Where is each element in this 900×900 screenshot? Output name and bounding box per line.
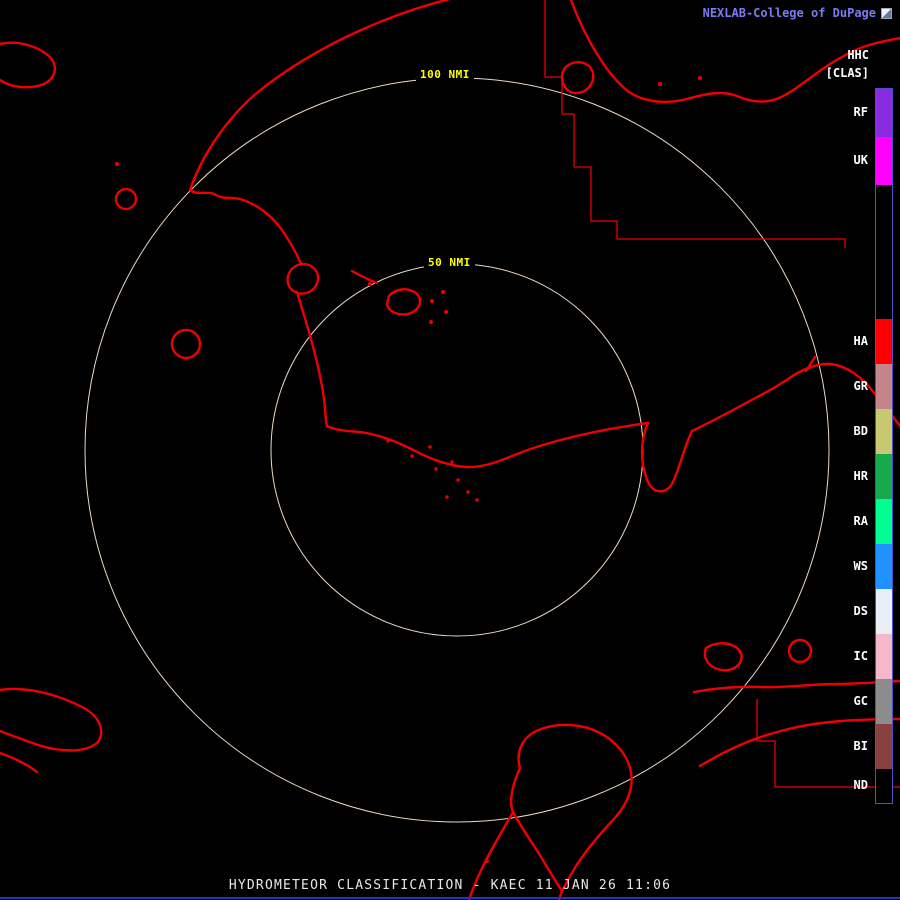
status-bar: HYDROMETEOR CLASSIFICATION - KAEC 11 JAN…	[228, 878, 672, 893]
bottom-divider-line	[0, 897, 900, 899]
range-label-100nmi: 100 NMI	[416, 67, 474, 82]
coastline-outlines	[0, 0, 900, 900]
mode-label: [CLAS]	[825, 66, 869, 80]
radar-display: 100 NMI 50 NMI NEXLAB-College of DuPage …	[0, 0, 900, 900]
broken-image-icon	[881, 7, 892, 19]
legend-label-bi: BI	[853, 738, 868, 753]
legend-swatch-gc	[876, 679, 892, 724]
range-ring-50nmi	[270, 263, 644, 637]
legend-swatch-gap	[876, 185, 892, 319]
legend-swatch-uk	[876, 137, 892, 185]
legend-label-ra: RA	[853, 513, 868, 528]
color-legend: RF UK HA GR BD HR RA WS DS IC GC BI ND	[832, 88, 893, 804]
product-code-label: HHC	[847, 48, 869, 62]
brand-text: NEXLAB-College of DuPage	[702, 6, 876, 20]
legend-colorbar	[875, 88, 893, 804]
range-label-50nmi: 50 NMI	[424, 255, 475, 270]
legend-label-hr: HR	[853, 468, 868, 483]
legend-swatch-ws	[876, 544, 892, 589]
range-rings	[84, 77, 830, 823]
legend-label-bd: BD	[853, 423, 868, 438]
legend-swatch-bd	[876, 409, 892, 454]
legend-swatch-rf	[876, 89, 892, 137]
legend-label-gr: GR	[853, 378, 868, 393]
legend-label-rf: RF	[853, 105, 868, 119]
legend-label-ic: IC	[853, 648, 868, 663]
legend-label-nd: ND	[853, 778, 868, 792]
legend-label-ws: WS	[853, 558, 868, 573]
legend-swatch-ha	[876, 319, 892, 364]
legend-swatch-hr	[876, 454, 892, 499]
legend-swatch-nd	[876, 769, 892, 803]
legend-swatch-ic	[876, 634, 892, 679]
radar-map	[0, 0, 900, 900]
legend-swatch-bi	[876, 724, 892, 769]
range-ring-100nmi	[84, 77, 830, 823]
legend-labels: RF UK HA GR BD HR RA WS DS IC GC BI ND	[832, 88, 868, 804]
legend-label-uk: UK	[853, 153, 868, 167]
brand: NEXLAB-College of DuPage	[703, 6, 892, 20]
legend-label-gc: GC	[853, 693, 868, 708]
legend-swatch-ds	[876, 589, 892, 634]
legend-swatch-gr	[876, 364, 892, 409]
legend-swatch-ra	[876, 499, 892, 544]
legend-label-ha: HA	[853, 333, 868, 348]
legend-label-gap	[832, 184, 868, 318]
legend-label-ds: DS	[853, 603, 868, 618]
